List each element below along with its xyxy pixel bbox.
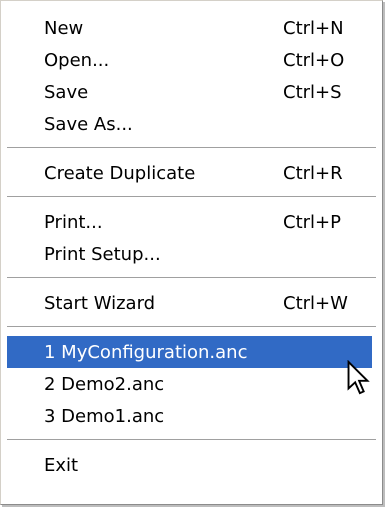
menu-item-exit[interactable]: Exit xyxy=(7,449,372,481)
menu-item-shortcut: Ctrl+O xyxy=(283,49,345,71)
menu-separator xyxy=(7,277,376,279)
menu-item-create-duplicate[interactable]: Create Duplicate Ctrl+R xyxy=(7,157,372,189)
menu-item-shortcut: Ctrl+W xyxy=(283,292,348,314)
menu-separator xyxy=(7,196,376,198)
menu-separator xyxy=(7,439,376,441)
menu-item-label: Start Wizard xyxy=(44,292,156,314)
menu-item-label: Print Setup... xyxy=(44,243,161,265)
menu-item-label: 3 Demo1.anc xyxy=(44,405,165,427)
menu-item-recent-1[interactable]: 1 MyConfiguration.anc xyxy=(7,336,372,368)
menu-item-label: Exit xyxy=(44,454,79,476)
file-menu: New Ctrl+N Open... Ctrl+O Save Ctrl+S Sa… xyxy=(0,0,383,505)
menu-item-label: Create Duplicate xyxy=(44,162,196,184)
menu-item-label: New xyxy=(44,17,84,39)
menu-item-shortcut: Ctrl+P xyxy=(283,211,341,233)
menu-item-shortcut: Ctrl+S xyxy=(283,81,342,103)
menu-item-label: Save As... xyxy=(44,113,133,135)
menu-item-new[interactable]: New Ctrl+N xyxy=(7,12,372,44)
menu-item-open[interactable]: Open... Ctrl+O xyxy=(7,44,372,76)
menu-item-shortcut: Ctrl+N xyxy=(283,17,344,39)
menu-item-label: 2 Demo2.anc xyxy=(44,373,165,395)
menu-item-label: Open... xyxy=(44,49,110,71)
menu-item-recent-2[interactable]: 2 Demo2.anc xyxy=(7,368,372,400)
menu-item-print-setup[interactable]: Print Setup... xyxy=(7,238,372,270)
menu-item-label: Save xyxy=(44,81,89,103)
menu-separator xyxy=(7,326,376,328)
menu-item-print[interactable]: Print... Ctrl+P xyxy=(7,206,372,238)
menu-separator xyxy=(7,147,376,149)
menu-item-start-wizard[interactable]: Start Wizard Ctrl+W xyxy=(7,287,372,319)
menu-item-recent-3[interactable]: 3 Demo1.anc xyxy=(7,400,372,432)
menu-item-label: Print... xyxy=(44,211,103,233)
menu-item-save[interactable]: Save Ctrl+S xyxy=(7,76,372,108)
menu-item-shortcut: Ctrl+R xyxy=(283,162,343,184)
menu-item-save-as[interactable]: Save As... xyxy=(7,108,372,140)
menu-item-label: 1 MyConfiguration.anc xyxy=(44,341,248,363)
